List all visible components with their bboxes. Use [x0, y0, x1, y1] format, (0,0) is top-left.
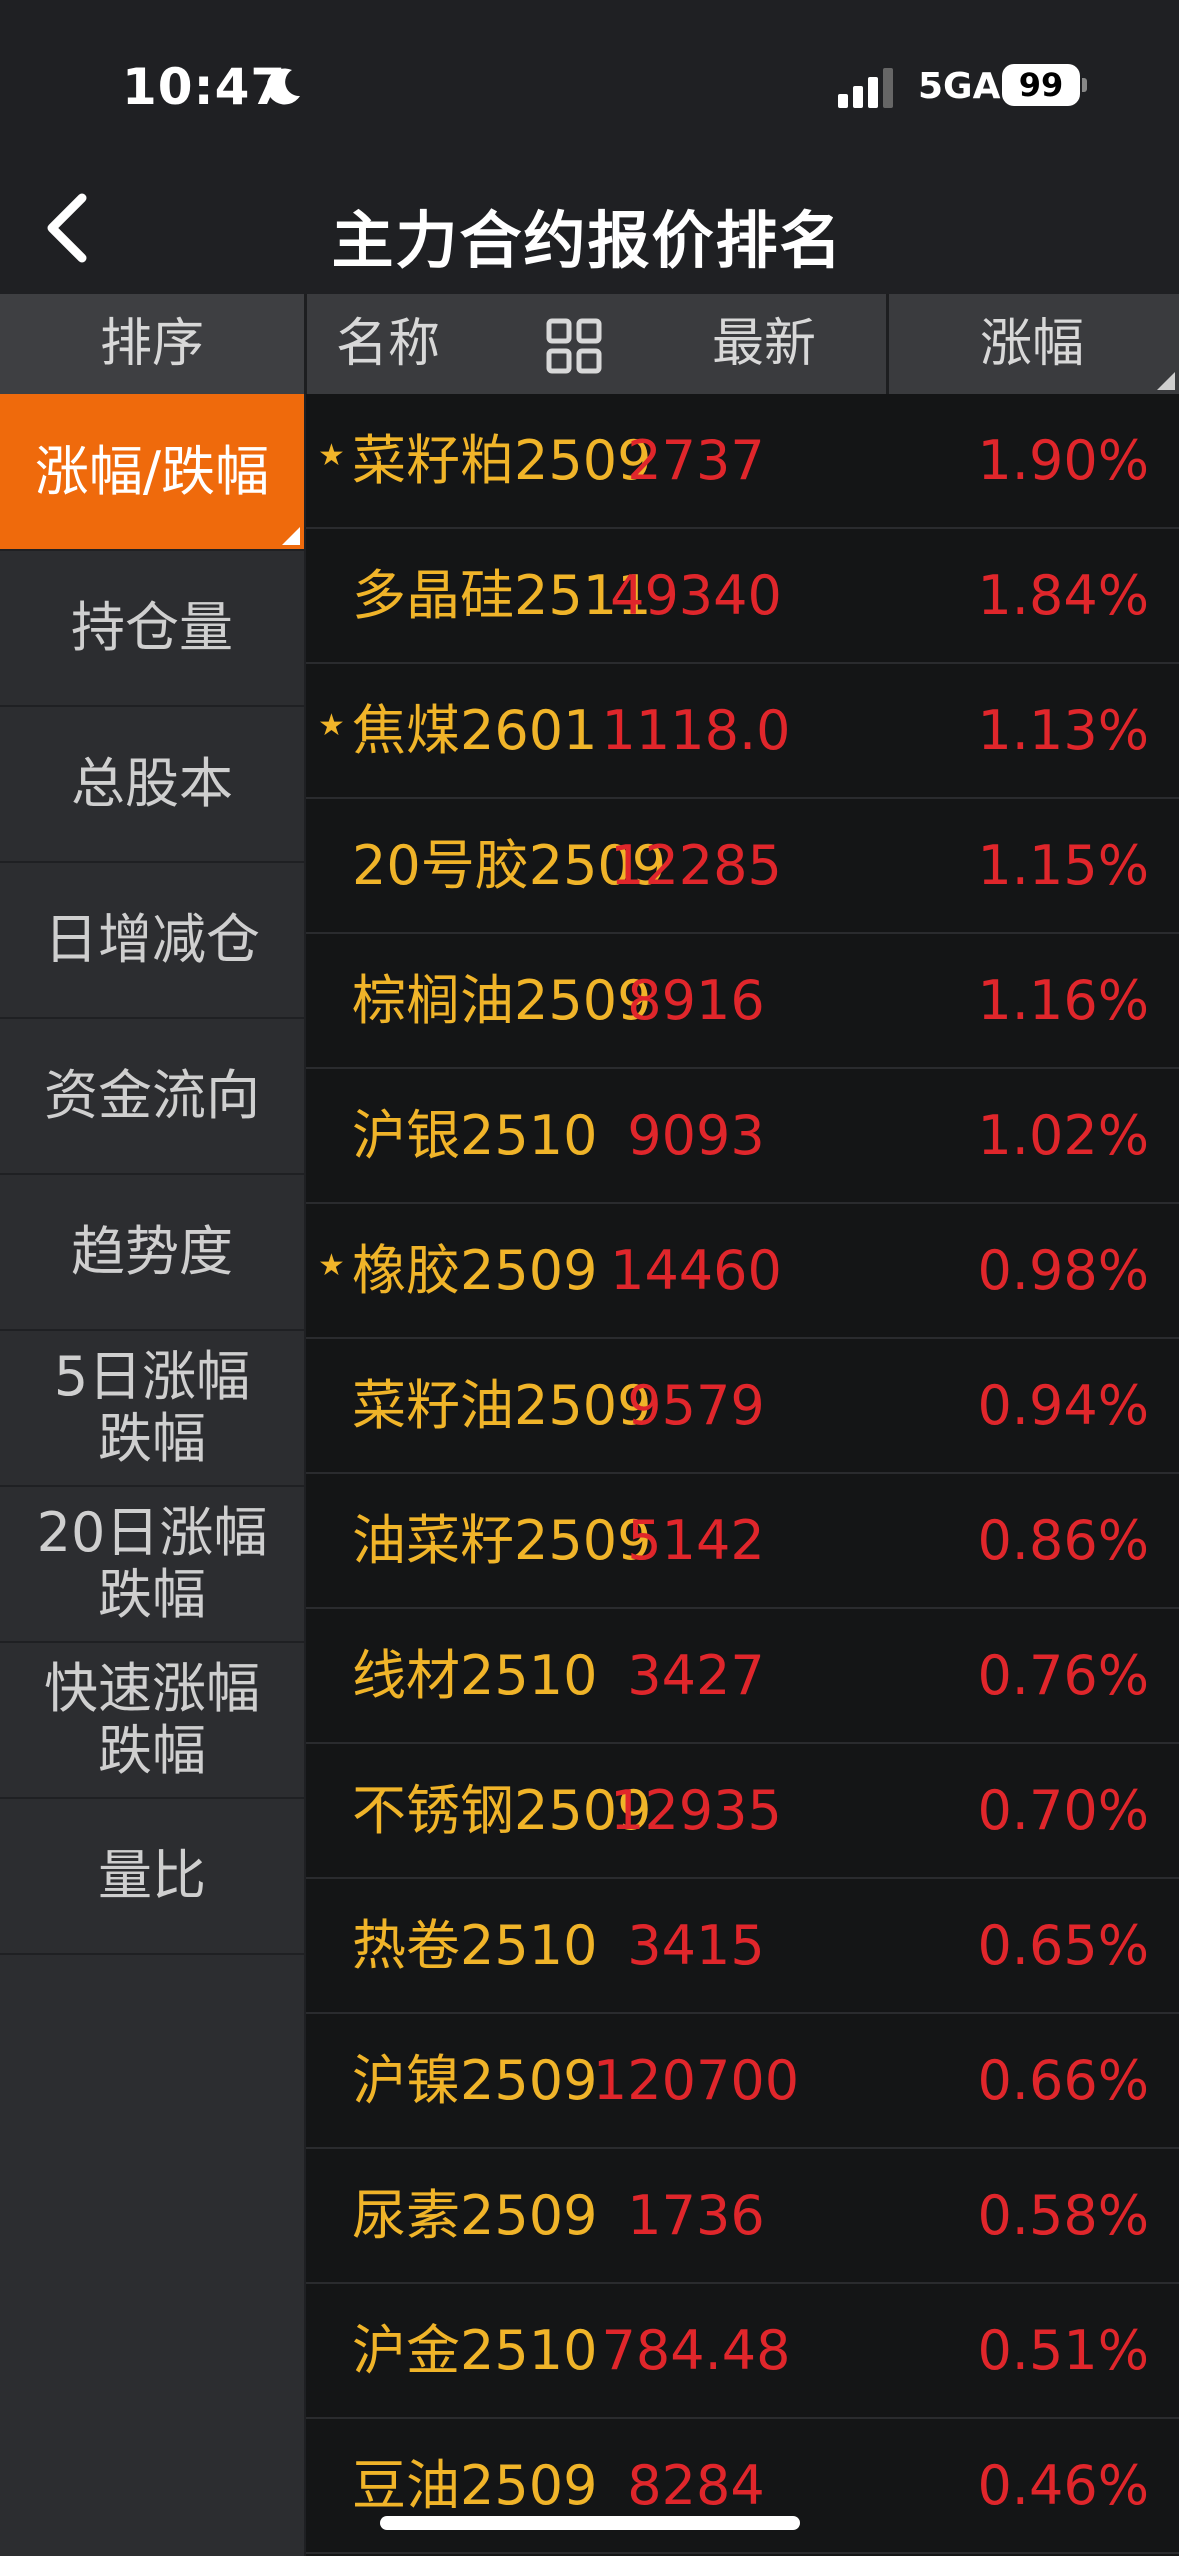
change-percent: 1.84% [977, 564, 1149, 627]
table-row[interactable]: ★ 橡胶2509 14460 0.98% [306, 1204, 1179, 1339]
change-percent: 1.16% [977, 969, 1149, 1032]
cellular-signal-icon [838, 68, 893, 108]
divider [304, 294, 307, 394]
latest-price: 12935 [610, 1779, 782, 1842]
table-row[interactable]: ★ 菜籽粕2509 2737 1.90% [306, 394, 1179, 529]
latest-price: 49340 [610, 564, 782, 627]
favorite-star-icon: ★ [318, 708, 345, 743]
sidebar-item-label: 日增减仓 [44, 907, 260, 971]
home-indicator[interactable] [380, 2516, 800, 2530]
name-column-header[interactable]: 名称 [336, 294, 440, 394]
page-title: 主力合约报价排名 [331, 204, 844, 277]
sidebar-item-total-shares[interactable]: 总股本 [0, 706, 304, 863]
table-row[interactable]: 热卷2510 3415 0.65% [306, 1879, 1179, 2014]
change-percent: 0.86% [977, 1509, 1149, 1572]
latest-price: 5142 [627, 1509, 765, 1572]
change-percent: 0.46% [977, 2454, 1149, 2517]
latest-price: 12285 [610, 834, 782, 897]
table-row[interactable]: 沪银2510 9093 1.02% [306, 1069, 1179, 1204]
battery-icon: 99 [1002, 64, 1080, 106]
latest-price: 3415 [627, 1914, 765, 1977]
network-type: 5GA [918, 66, 1001, 107]
sidebar-item-label: 5日涨幅 跌幅 [53, 1344, 251, 1470]
sidebar-item-label: 资金流向 [44, 1063, 260, 1127]
sidebar-item-trend[interactable]: 趋势度 [0, 1174, 304, 1331]
latest-column-header[interactable]: 最新 [712, 294, 816, 394]
nav-bar: 主力合约报价排名 [0, 160, 1179, 294]
change-column-header[interactable]: 涨幅 [980, 294, 1084, 394]
latest-price: 8916 [627, 969, 765, 1032]
sidebar-item-volume-ratio[interactable]: 量比 [0, 1798, 304, 1955]
latest-price: 8284 [627, 2454, 765, 2517]
moon-icon [266, 68, 300, 105]
change-percent: 0.98% [977, 1239, 1149, 1302]
latest-price: 3427 [627, 1644, 765, 1707]
latest-price: 14460 [610, 1239, 782, 1302]
table-row[interactable]: ★ 焦煤2601 1118.0 1.13% [306, 664, 1179, 799]
column-header-row: 排序 名称 最新 涨幅 [0, 294, 1179, 394]
favorite-star-icon: ★ [318, 1248, 345, 1283]
quote-list: ★ 菜籽粕2509 2737 1.90% 多晶硅2511 49340 1.84%… [306, 394, 1179, 2556]
sidebar-item-label: 涨幅/跌幅 [34, 439, 270, 503]
latest-price: 1736 [627, 2184, 765, 2247]
change-percent: 1.13% [977, 699, 1149, 762]
table-row[interactable]: 多晶硅2511 49340 1.84% [306, 529, 1179, 664]
change-percent: 0.76% [977, 1644, 1149, 1707]
table-row[interactable]: 20号胶2509 12285 1.15% [306, 799, 1179, 934]
table-row[interactable]: 菜籽油2509 9579 0.94% [306, 1339, 1179, 1474]
change-percent: 0.66% [977, 2049, 1149, 2112]
favorite-star-icon: ★ [318, 438, 345, 473]
table-row[interactable]: 尿素2509 1736 0.58% [306, 2149, 1179, 2284]
latest-price: 120700 [592, 2049, 800, 2112]
change-percent: 1.15% [977, 834, 1149, 897]
sort-indicator-icon [1157, 372, 1175, 390]
change-percent: 0.58% [977, 2184, 1149, 2247]
status-bar: 10:47 5GA 99 [0, 0, 1179, 160]
sidebar-item-label: 快速涨幅 跌幅 [44, 1656, 260, 1782]
latest-price: 9093 [627, 1104, 765, 1167]
selected-corner-icon [282, 527, 300, 545]
change-percent: 0.51% [977, 2319, 1149, 2382]
sort-header: 排序 [0, 294, 304, 394]
sidebar-item-label: 趋势度 [71, 1219, 233, 1283]
change-percent: 1.02% [977, 1104, 1149, 1167]
battery-tip [1082, 78, 1087, 92]
latest-price: 2737 [627, 429, 765, 492]
latest-price: 784.48 [601, 2319, 791, 2382]
sidebar-item-daily-position-change[interactable]: 日增减仓 [0, 862, 304, 1019]
sidebar-item-5day-change[interactable]: 5日涨幅 跌幅 [0, 1330, 304, 1487]
grid-toggle-icon[interactable] [546, 318, 602, 374]
sidebar-item-fast-change[interactable]: 快速涨幅 跌幅 [0, 1642, 304, 1799]
sidebar-item-20day-change[interactable]: 20日涨幅 跌幅 [0, 1486, 304, 1643]
table-row[interactable]: 棕榈油2509 8916 1.16% [306, 934, 1179, 1069]
sidebar-item-open-interest[interactable]: 持仓量 [0, 550, 304, 707]
sidebar-item-change[interactable]: 涨幅/跌幅 [0, 394, 304, 551]
sort-sidebar: 涨幅/跌幅 持仓量 总股本 日增减仓 资金流向 趋势度 5日涨幅 跌幅 20日涨… [0, 394, 304, 2556]
divider [886, 294, 889, 394]
change-percent: 0.70% [977, 1779, 1149, 1842]
change-percent: 0.65% [977, 1914, 1149, 1977]
latest-price: 1118.0 [601, 699, 791, 762]
sidebar-item-label: 持仓量 [71, 595, 233, 659]
table-row[interactable]: 油菜籽2509 5142 0.86% [306, 1474, 1179, 1609]
sidebar-item-label: 20日涨幅 跌幅 [36, 1500, 268, 1626]
table-row[interactable]: 豆油2509 8284 0.46% [306, 2419, 1179, 2554]
table-row[interactable]: 沪镍2509 120700 0.66% [306, 2014, 1179, 2149]
change-percent: 0.94% [977, 1374, 1149, 1437]
table-row[interactable]: 沪金2510 784.48 0.51% [306, 2284, 1179, 2419]
sidebar-item-label: 量比 [98, 1843, 206, 1907]
latest-price: 9579 [627, 1374, 765, 1437]
sidebar-item-fund-flow[interactable]: 资金流向 [0, 1018, 304, 1175]
table-row[interactable]: 线材2510 3427 0.76% [306, 1609, 1179, 1744]
change-percent: 1.90% [977, 429, 1149, 492]
table-row[interactable]: 不锈钢2509 12935 0.70% [306, 1744, 1179, 1879]
sidebar-item-label: 总股本 [71, 751, 233, 815]
